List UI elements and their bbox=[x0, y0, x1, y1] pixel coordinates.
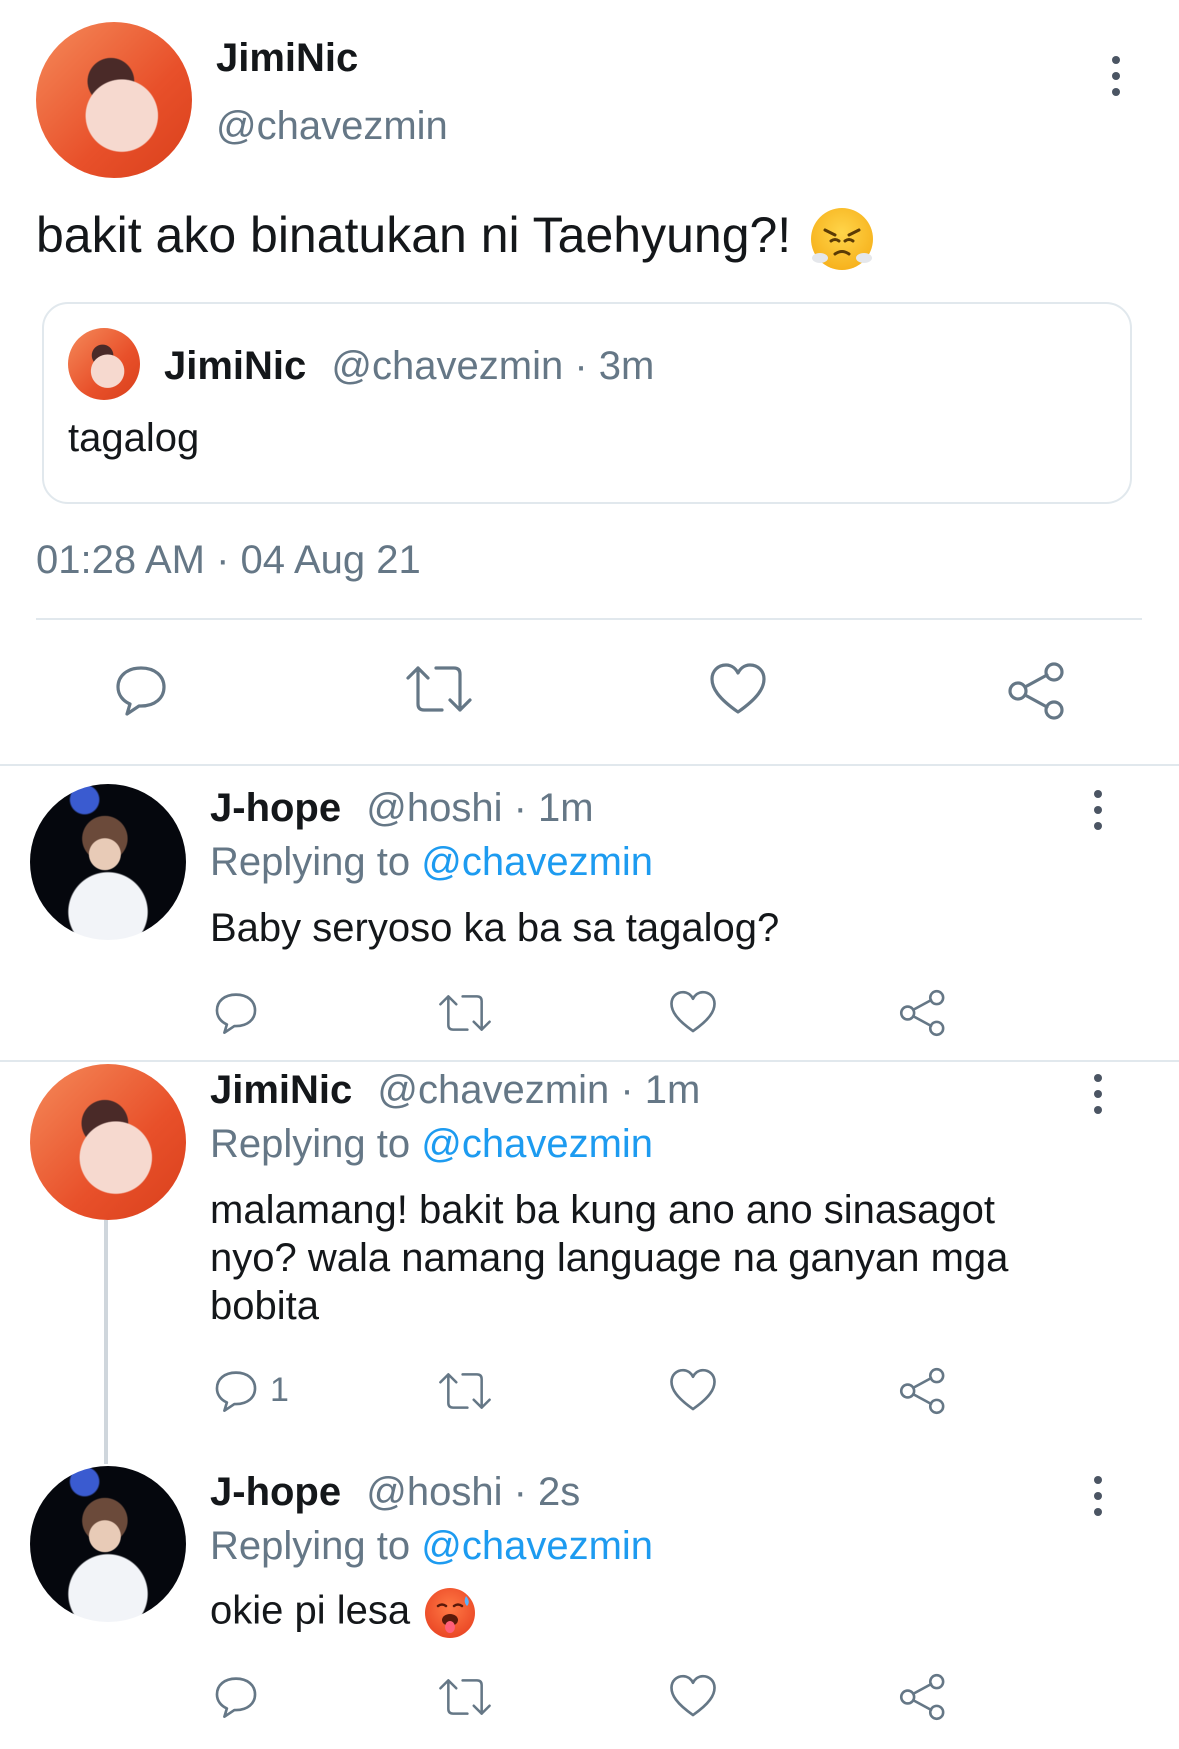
retweet-button[interactable] bbox=[404, 660, 474, 718]
quoted-avatar bbox=[68, 328, 140, 400]
retweet-button[interactable] bbox=[436, 1674, 494, 1720]
share-icon bbox=[899, 1367, 945, 1415]
more-options-icon[interactable] bbox=[1092, 1074, 1104, 1114]
reply-text: Baby seryoso ka ba sa tagalog? bbox=[210, 906, 780, 950]
angry-face-emoji bbox=[811, 207, 874, 270]
retweet-icon bbox=[439, 1679, 491, 1715]
more-options-icon[interactable] bbox=[1092, 790, 1104, 830]
reply-header: J-hope @hoshi · 1m bbox=[210, 786, 594, 831]
reply-text-row: okie pi lesa bbox=[210, 1588, 476, 1638]
quoted-handle: @chavezmin bbox=[331, 344, 564, 388]
share-icon bbox=[899, 989, 945, 1037]
reply-author-name[interactable]: J-hope bbox=[210, 786, 341, 830]
tweet-text: bakit ako binatukan ni Taehyung?! bbox=[36, 207, 792, 263]
replying-to-handle-link[interactable]: @chavezmin bbox=[421, 840, 653, 884]
reply-text: malamang! bakit ba kung ano ano sinasago… bbox=[210, 1188, 1009, 1328]
reply-handle[interactable]: @chavezmin bbox=[377, 1068, 609, 1112]
quoted-tweet-card[interactable] bbox=[42, 302, 1132, 504]
reply-icon bbox=[215, 1371, 257, 1413]
replying-to-label: Replying to bbox=[210, 1524, 411, 1568]
quoted-header: JimiNic @chavezmin · 3m bbox=[164, 344, 654, 389]
quoted-text: tagalog bbox=[68, 416, 200, 460]
like-button[interactable] bbox=[668, 1672, 718, 1720]
reply-button[interactable] bbox=[112, 660, 170, 718]
retweet-icon bbox=[406, 666, 472, 712]
reply-count: 1 bbox=[270, 1370, 289, 1409]
tweet-timestamp: 01:28 AM · 04 Aug 21 bbox=[36, 538, 421, 582]
reply-author-name[interactable]: JimiNic bbox=[210, 1068, 352, 1112]
like-icon bbox=[670, 1368, 716, 1411]
like-icon bbox=[670, 1674, 716, 1717]
replying-to: Replying to @chavezmin bbox=[210, 1524, 653, 1569]
reply-text: okie pi lesa bbox=[210, 1588, 411, 1633]
reply-avatar[interactable] bbox=[30, 1466, 186, 1622]
tweet-text-row: bakit ako binatukan ni Taehyung?! bbox=[36, 206, 874, 270]
retweet-icon bbox=[439, 995, 491, 1031]
replying-to-label: Replying to bbox=[210, 1122, 411, 1166]
divider bbox=[36, 618, 1142, 620]
retweet-icon bbox=[439, 1373, 491, 1409]
share-icon bbox=[899, 1673, 945, 1721]
reply-header: JimiNic @chavezmin · 1m bbox=[210, 1068, 700, 1113]
reply-button[interactable]: 1 bbox=[212, 1366, 289, 1414]
reply-icon bbox=[116, 666, 166, 716]
reply-avatar[interactable] bbox=[30, 1064, 186, 1220]
retweet-button[interactable] bbox=[436, 990, 494, 1036]
reply-button[interactable] bbox=[212, 988, 270, 1036]
share-button[interactable] bbox=[898, 1366, 948, 1416]
replying-to: Replying to @chavezmin bbox=[210, 1122, 653, 1167]
reply-header: J-hope @hoshi · 2s bbox=[210, 1470, 580, 1515]
reply-handle[interactable]: @hoshi bbox=[366, 786, 502, 830]
share-button[interactable] bbox=[1006, 660, 1068, 722]
section-divider bbox=[0, 1060, 1179, 1062]
reply-time: · 1m bbox=[620, 1068, 701, 1112]
quoted-author-name: JimiNic bbox=[164, 344, 307, 388]
share-button[interactable] bbox=[898, 988, 948, 1038]
like-button[interactable] bbox=[708, 660, 768, 718]
reply-icon bbox=[215, 993, 257, 1035]
more-options-icon[interactable] bbox=[1092, 1476, 1104, 1516]
quoted-time: · 3m bbox=[574, 344, 655, 388]
replying-to: Replying to @chavezmin bbox=[210, 840, 653, 885]
author-avatar[interactable] bbox=[36, 22, 192, 178]
author-name[interactable]: JimiNic bbox=[216, 36, 358, 81]
share-button[interactable] bbox=[898, 1672, 948, 1722]
reply-handle[interactable]: @hoshi bbox=[366, 1470, 502, 1514]
reply-author-name[interactable]: J-hope bbox=[210, 1470, 341, 1514]
replying-to-handle-link[interactable]: @chavezmin bbox=[421, 1524, 653, 1568]
replying-to-handle-link[interactable]: @chavezmin bbox=[421, 1122, 653, 1166]
reply-time: · 2s bbox=[513, 1470, 581, 1514]
like-icon bbox=[710, 663, 766, 714]
reply-icon bbox=[215, 1677, 257, 1719]
thread-line bbox=[104, 1220, 108, 1464]
hot-face-emoji bbox=[425, 1588, 476, 1638]
author-handle[interactable]: @chavezmin bbox=[216, 104, 448, 149]
like-icon bbox=[670, 990, 716, 1033]
more-options-icon[interactable] bbox=[1110, 56, 1122, 96]
replying-to-label: Replying to bbox=[210, 840, 411, 884]
reply-time: · 1m bbox=[513, 786, 594, 830]
retweet-button[interactable] bbox=[436, 1368, 494, 1414]
like-button[interactable] bbox=[668, 988, 718, 1036]
share-icon bbox=[1008, 662, 1064, 720]
like-button[interactable] bbox=[668, 1366, 718, 1414]
section-divider bbox=[0, 764, 1179, 766]
reply-avatar[interactable] bbox=[30, 784, 186, 940]
reply-button[interactable] bbox=[212, 1672, 270, 1720]
